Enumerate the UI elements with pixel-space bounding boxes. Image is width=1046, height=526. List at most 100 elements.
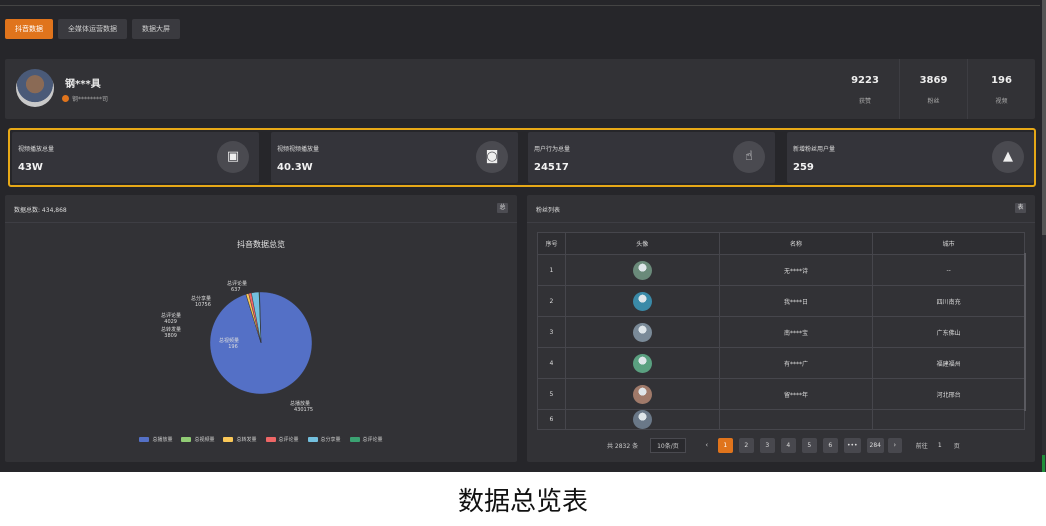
cell-city: 四川南充 [872,285,1025,317]
table-header-row: 序号 头像 名称 城市 [537,232,1025,255]
page-ellipsis-button[interactable]: ••• [843,437,861,453]
legend-swatch [265,437,276,442]
pie-chart[interactable]: 总播放量430175总视频量196总转发量3809总评论量4029总分享量107… [5,195,517,435]
pie-label-value: 3809 [164,333,177,339]
page-number-button[interactable]: 1 [717,437,733,453]
page-number-button[interactable]: 6 [822,437,838,453]
legend-item[interactable]: 总分享量 [307,436,341,443]
cell-index: 2 [537,285,566,317]
pie-label-name: 总播放量 [290,400,310,407]
cell-avatar [564,347,720,379]
legend-label: 总播放量 [152,437,173,443]
table-row[interactable]: 2 我****日 四川南充 [537,285,1025,317]
cell-city: 广东佛山 [872,316,1025,348]
avatar[interactable] [632,260,652,280]
company-name: 钢********司 [72,96,109,103]
legend-label: 总评论量 [362,437,383,443]
cell-name: 我****日 [718,285,874,317]
cell-name: 南****宝 [718,316,874,348]
stat-value: 3869 [919,75,948,86]
page-number-button[interactable]: 3 [759,437,775,453]
stat-label: 粉丝 [927,98,940,105]
legend-swatch [349,437,360,442]
kpi-card-new-fans[interactable]: 新增粉丝用户量 259 ▲ [787,132,1034,183]
pie-label-name: 总视频量 [219,337,239,344]
legend-item[interactable]: 总播放量 [139,436,172,443]
kpi-value: 43W [18,162,43,173]
status-indicator [1042,455,1045,472]
stat-value: 196 [991,75,1012,86]
table-row[interactable]: 6 [537,409,1025,430]
data-overview-panel: 数据总数: 434,868 总 抖音数据总览 总播放量 430175 总视频量 196… [5,195,517,462]
avatar[interactable] [632,410,652,429]
kpi-card-video-plays[interactable]: 视频播放总量 43W ▣ [12,132,259,183]
kpi-title: 视频视频播放量 [277,146,320,153]
page-number-button[interactable]: 284 [866,437,884,453]
column-header-name[interactable]: 名称 [718,232,874,255]
table-row[interactable]: 5 留****年 河北邢台 [537,378,1025,410]
avatar[interactable] [632,322,652,342]
tab-bar: 抖音数据 全媒体运营数据 数据大屏 [5,19,180,39]
profile-stats: 9223 获赞 3869 粉丝 196 视频 [831,59,1035,119]
cell-city: 福建福州 [872,347,1025,379]
legend-item[interactable]: 总转发量 [223,436,257,443]
cell-city [872,409,1025,430]
goto-page-input[interactable]: 1 [932,439,948,452]
pie-label-value: 10756 [195,302,211,308]
page-number-button[interactable]: 2 [738,437,754,453]
legend-item[interactable]: 总视频量 [181,436,214,443]
column-header-avatar[interactable]: 头像 [564,232,720,255]
chart-legend: 总播放量 总视频量 总转发量 总评论量 总分享量 总评论量 [5,436,517,443]
avatar[interactable] [632,291,652,311]
table-row[interactable]: 3 南****宝 广东佛山 [537,316,1025,348]
movie-camera-icon: ◙ [476,141,508,173]
pie-label-value: 4029 [164,319,177,325]
cell-index: 3 [537,316,566,348]
legend-swatch [139,437,150,442]
tab-douyin-data[interactable]: 抖音数据 [5,19,53,39]
next-page-button[interactable]: › [887,437,902,453]
pager-total: 共 2832 条 [607,442,639,450]
avatar[interactable] [632,384,652,404]
page-size-select[interactable]: 10条/页 [650,437,686,453]
legend-swatch [307,437,318,442]
prev-page-button[interactable]: ‹ [700,441,714,449]
table-scrollbar[interactable] [1024,253,1026,411]
legend-item[interactable]: 总评论量 [265,436,299,443]
cell-index: 6 [537,409,566,430]
pie-label-name: 总评论量 [161,312,181,319]
scrollbar-thumb[interactable] [1042,0,1046,235]
kpi-value: 24517 [534,162,569,173]
tab-omnimedia-data[interactable]: 全媒体运营数据 [58,19,127,39]
panel-action-button[interactable]: 表 [1015,203,1026,213]
cell-avatar [564,316,720,348]
avatar[interactable] [632,353,652,373]
table-row[interactable]: 4 有****广 福建福州 [537,347,1025,379]
stat-videos: 196 视频 [967,59,1035,119]
stat-label: 获赞 [858,98,871,105]
pie-label-name: 总评论量 [227,280,247,287]
fans-list-panel: 粉丝列表 表 序号 头像 名称 城市 1 无****诗 -- 2 我****日 四川南充 3… [527,195,1035,462]
page-numbers: 1 2 3 4 5 6 ••• 284 [717,437,884,453]
avatar[interactable] [16,69,54,107]
kpi-card-video-views[interactable]: 视频视频播放量 40.3W ◙ [271,132,518,183]
page-scrollbar[interactable] [1042,0,1046,472]
cell-avatar [564,254,720,286]
table-row[interactable]: 1 无****诗 -- [537,254,1025,286]
cell-avatar [564,378,720,410]
panel-header: 粉丝列表 表 [527,195,1035,223]
stat-label: 视频 [995,98,1008,105]
cell-index: 4 [537,347,566,379]
legend-item[interactable]: 总评论量 [349,436,383,443]
kpi-row: 视频播放总量 43W ▣ 视频视频播放量 40.3W ◙ 用户行为总量 2451… [8,128,1036,187]
page-number-button[interactable]: 5 [801,437,817,453]
legend-label: 总视频量 [194,437,215,443]
cell-name [718,409,874,430]
column-header-city[interactable]: 城市 [872,232,1025,255]
fans-table: 序号 头像 名称 城市 1 无****诗 -- 2 我****日 四川南充 3 南****宝广… [537,232,1025,430]
page-number-button[interactable]: 4 [780,437,796,453]
goto-suffix: 页 [953,442,960,450]
tab-big-screen[interactable]: 数据大屏 [132,19,180,39]
column-header-index[interactable]: 序号 [537,232,566,255]
kpi-card-user-actions[interactable]: 用户行为总量 24517 ☝ [528,132,775,183]
